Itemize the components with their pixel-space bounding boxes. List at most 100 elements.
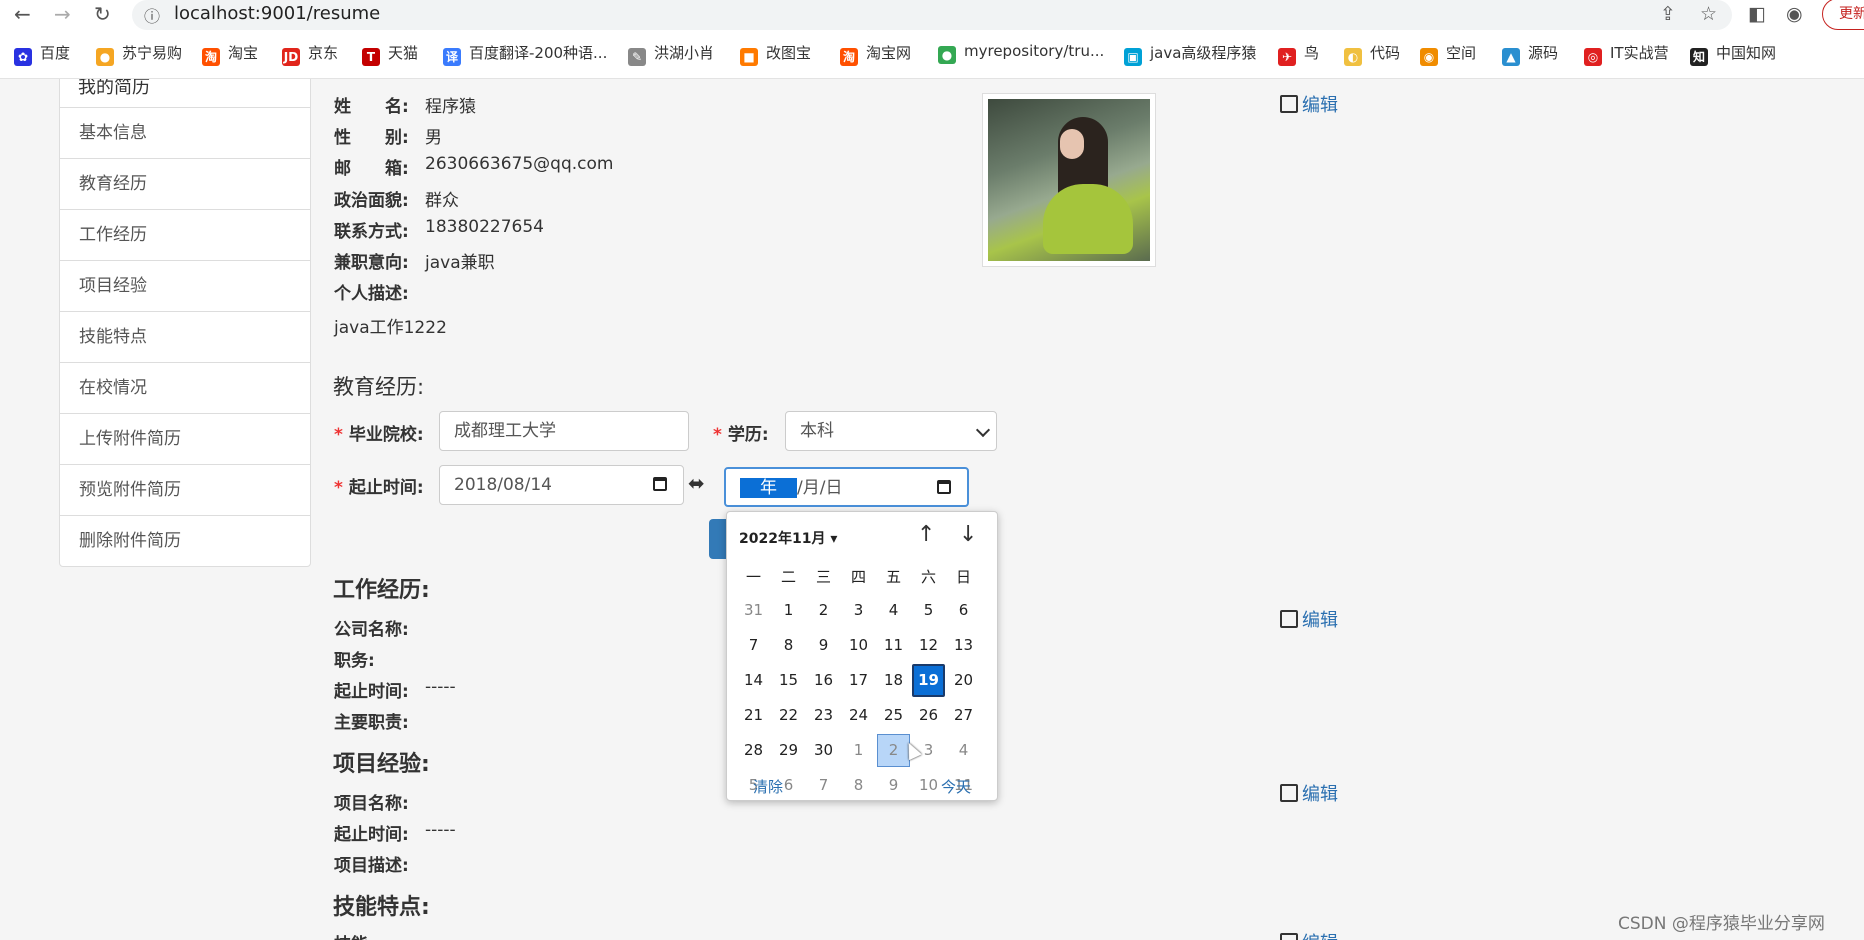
calendar-day[interactable]: 5 [912,594,945,627]
basic-field-label: 姓 名: [334,97,409,117]
sidebar-item[interactable]: 预览附件简历 [60,465,310,516]
calendar-day[interactable]: 24 [842,699,875,732]
end-date-year-segment[interactable]: 年 [740,478,797,498]
calendar-icon[interactable] [937,480,951,494]
calendar-day[interactable]: 6 [947,594,980,627]
school-input[interactable]: 成都理工大学 [439,411,689,451]
calendar-day[interactable]: 8 [842,769,875,802]
calendar-day[interactable]: 3 [842,594,875,627]
calendar-day[interactable]: 16 [807,664,840,697]
calendar-day[interactable]: 7 [737,629,770,662]
calendar-day-today[interactable]: 19 [912,664,945,697]
forward-icon[interactable]: → [54,2,71,26]
calendar-day[interactable]: 9 [877,769,910,802]
calendar-day[interactable]: 29 [772,734,805,767]
profile-icon[interactable]: ◉ [1786,3,1803,25]
calendar-day[interactable]: 18 [877,664,910,697]
sidebar-item[interactable]: 工作经历 [60,210,310,261]
url-text: localhost:9001/resume [174,3,381,24]
skills-title: 技能特点: [333,895,430,920]
bookmark-item[interactable]: ▣ java高级程序猿 [1124,42,1256,66]
bookmark-item[interactable]: ▲ 源码 [1502,42,1558,66]
site-info-icon[interactable]: ⓘ [144,3,160,27]
month-year-dropdown[interactable]: 2022年11月 ▾ [739,528,837,548]
bookmark-item[interactable]: 知中国知网 [1690,42,1776,66]
bookmark-favicon-icon: T [362,48,380,66]
bookmark-item[interactable]: JD 京东 [282,42,338,66]
calendar-day[interactable]: 25 [877,699,910,732]
degree-label: * 学历: [713,425,769,445]
sidebar-item[interactable]: 项目经验 [60,261,310,312]
bookmark-item[interactable]: ◎ IT实战营 [1584,42,1669,66]
calendar-day[interactable]: 4 [877,594,910,627]
calendar-day[interactable]: 14 [737,664,770,697]
calendar-day[interactable]: 1 [772,594,805,627]
calendar-day[interactable]: 7 [807,769,840,802]
basic-field-label: 兼职意向: [334,253,409,273]
calendar-day[interactable]: 23 [807,699,840,732]
project-field-label: 项目名称: [334,794,409,814]
reload-icon[interactable]: ↻ [94,2,111,26]
calendar-day[interactable]: 1 [842,734,875,767]
sidebar-item[interactable]: 基本信息 [60,108,310,159]
calendar-day[interactable]: 4 [947,734,980,767]
sidebar-item[interactable]: 教育经历 [60,159,310,210]
degree-select[interactable]: 本科 [785,411,997,451]
next-month-icon[interactable]: ↓ [959,522,977,547]
calendar-day[interactable]: 11 [877,629,910,662]
calendar-day[interactable]: 28 [737,734,770,767]
bookmark-item[interactable]: ✿ 百度 [14,42,70,66]
edit-work-button[interactable]: 编辑 [1280,606,1338,632]
calendar-day[interactable]: 31 [737,594,770,627]
calendar-day[interactable]: 2 [807,594,840,627]
calendar-day[interactable]: 21 [737,699,770,732]
bookmark-item[interactable]: ✈ 鸟 [1278,42,1319,66]
bookmark-item[interactable]: ● 苏宁易购 [96,42,182,66]
calendar-day[interactable]: 9 [807,629,840,662]
education-title: 教育经历: [333,375,425,399]
address-bar[interactable]: ⓘ localhost:9001/resume [132,0,1732,30]
bookmark-item[interactable]: 译百度翻译-200种语... [443,42,607,66]
share-icon[interactable]: ⇪ [1660,3,1676,25]
start-date-input[interactable]: 2018/08/14 [439,465,684,505]
edit-project-button[interactable]: 编辑 [1280,780,1338,806]
calendar-day[interactable]: 26 [912,699,945,732]
calendar-day[interactable]: 13 [947,629,980,662]
project-field-value: ----- [425,820,456,840]
calendar-day[interactable]: 20 [947,664,980,697]
calendar-day[interactable]: 15 [772,664,805,697]
bookmark-item[interactable]: ✎ 洪湖小肖 [628,42,714,66]
back-icon[interactable]: ← [14,2,31,26]
sidebar-item[interactable]: 技能特点 [60,312,310,363]
calendar-day[interactable]: 30 [807,734,840,767]
calendar-day[interactable]: 27 [947,699,980,732]
previous-month-icon[interactable]: ↑ [917,522,935,547]
edit-basic-button[interactable]: 编辑 [1280,91,1338,117]
calendar-icon[interactable] [653,477,667,491]
bookmark-item[interactable]: ● myrepository/tru... [938,42,1104,64]
project-field-label: 起止时间: [334,825,409,845]
end-date-input[interactable]: 年/月/日 [724,467,969,507]
bookmark-favicon-icon: ■ [740,48,758,66]
bookmark-item[interactable]: ■ 改图宝 [740,42,811,66]
calendar-day[interactable]: 17 [842,664,875,697]
bookmark-favicon-icon: ✈ [1278,48,1296,66]
calendar-day[interactable]: 12 [912,629,945,662]
bookmark-item[interactable]: ◉ 空间 [1420,42,1476,66]
bookmark-item[interactable]: ◐ 代码 [1344,42,1400,66]
bookmark-item[interactable]: 淘淘宝 [202,42,258,66]
calendar-day[interactable]: 10 [842,629,875,662]
sidebar-item[interactable]: 上传附件简历 [60,414,310,465]
side-panel-icon[interactable]: ◧ [1748,3,1766,25]
clear-date-button[interactable]: 清除 [753,776,783,797]
bookmark-star-icon[interactable]: ☆ [1700,3,1717,25]
calendar-day[interactable]: 8 [772,629,805,662]
update-button[interactable]: 更新 [1822,0,1864,30]
calendar-day[interactable]: 22 [772,699,805,732]
sidebar-item[interactable]: 在校情况 [60,363,310,414]
today-button[interactable]: 今天 [941,776,971,797]
edit-skills-button[interactable]: 编辑 [1280,929,1338,940]
bookmark-item[interactable]: T 天猫 [362,42,418,66]
bookmark-item[interactable]: 淘淘宝网 [840,42,911,66]
sidebar-item[interactable]: 删除附件简历 [60,516,310,566]
